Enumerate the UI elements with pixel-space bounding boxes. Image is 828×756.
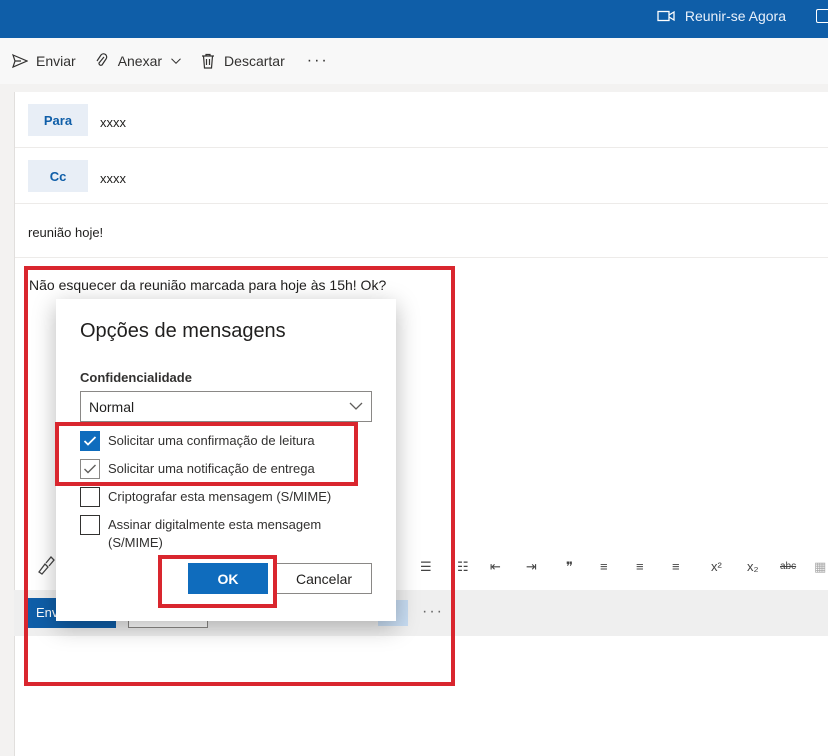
confidentiality-label: Confidencialidade: [80, 370, 192, 385]
read-receipt-label: Solicitar uma confirmação de leitura: [108, 433, 315, 448]
encrypt-option[interactable]: Criptografar esta mensagem (S/MIME): [80, 487, 370, 507]
modal-overlay: Opções de mensagens Confidencialidade No…: [0, 0, 828, 756]
sign-checkbox[interactable]: [80, 515, 100, 535]
dialog-title: Opções de mensagens: [80, 320, 286, 342]
confidentiality-select[interactable]: Normal: [80, 391, 372, 422]
ok-button[interactable]: OK: [188, 563, 268, 594]
delivery-receipt-label: Solicitar uma notificação de entrega: [108, 461, 315, 476]
delivery-receipt-checkbox[interactable]: [80, 459, 100, 479]
sign-option[interactable]: Assinar digitalmente esta mensagem (S/MI…: [80, 515, 370, 552]
encrypt-label: Criptografar esta mensagem (S/MIME): [108, 489, 332, 504]
cancel-button[interactable]: Cancelar: [276, 563, 372, 594]
chevron-down-icon: [349, 402, 363, 410]
read-receipt-checkbox[interactable]: [80, 431, 100, 451]
checkmark-icon: [83, 436, 97, 446]
delivery-receipt-option[interactable]: Solicitar uma notificação de entrega: [80, 459, 370, 479]
sign-label: Assinar digitalmente esta mensagem (S/MI…: [108, 517, 322, 550]
checkmark-icon: [84, 464, 96, 474]
message-options-dialog: Opções de mensagens Confidencialidade No…: [56, 299, 396, 621]
confidentiality-value: Normal: [89, 399, 135, 415]
encrypt-checkbox[interactable]: [80, 487, 100, 507]
read-receipt-option[interactable]: Solicitar uma confirmação de leitura: [80, 431, 370, 451]
